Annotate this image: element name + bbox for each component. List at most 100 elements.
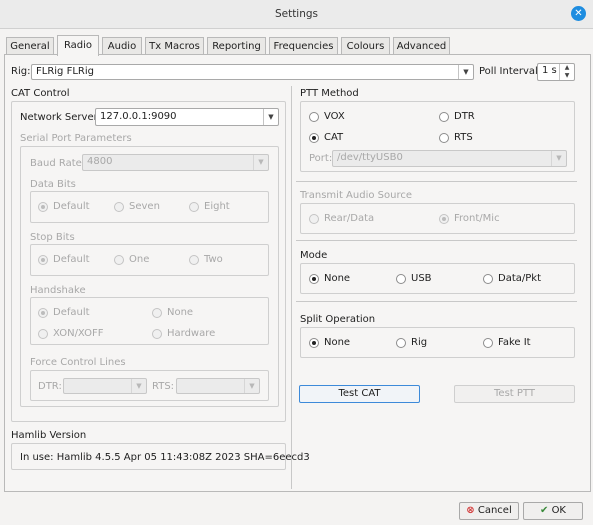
split-operation-title: Split Operation bbox=[300, 314, 376, 325]
split-none-label: None bbox=[324, 337, 351, 348]
column-divider bbox=[291, 86, 292, 489]
tab-general[interactable]: General bbox=[6, 37, 54, 55]
handshake-xon-xoff-radio[interactable] bbox=[38, 329, 48, 339]
chevron-down-icon: ▼ bbox=[253, 155, 268, 170]
handshake-default-radio[interactable] bbox=[38, 308, 48, 318]
ptt-port-value: /dev/ttyUSB0 bbox=[337, 152, 403, 163]
serial-port-title: Serial Port Parameters bbox=[20, 133, 132, 144]
data-bits-seven-label: Seven bbox=[129, 201, 160, 212]
ptt-port-label: Port: bbox=[309, 153, 333, 164]
tab-tx-macros[interactable]: Tx Macros bbox=[145, 37, 204, 55]
dtr-select[interactable]: ▼ bbox=[63, 378, 147, 394]
chevron-down-icon: ▼ bbox=[458, 65, 473, 79]
network-server-label: Network Server: bbox=[20, 112, 101, 123]
cat-control-title: CAT Control bbox=[11, 88, 70, 99]
cancel-label: Cancel bbox=[477, 505, 512, 516]
handshake-hardware-radio[interactable] bbox=[152, 329, 162, 339]
ptt-rts-radio[interactable] bbox=[439, 133, 449, 143]
window-title: Settings bbox=[274, 8, 319, 20]
tab-audio[interactable]: Audio bbox=[102, 37, 142, 55]
rts-select[interactable]: ▼ bbox=[176, 378, 260, 394]
section-divider bbox=[296, 181, 577, 182]
chevron-down-icon[interactable]: ▼ bbox=[263, 109, 278, 125]
split-rig-radio[interactable] bbox=[396, 338, 406, 348]
section-divider bbox=[296, 240, 577, 241]
ptt-cat-label: CAT bbox=[324, 132, 344, 143]
force-control-title: Force Control Lines bbox=[30, 357, 126, 368]
audio-front-mic-radio[interactable] bbox=[439, 214, 449, 224]
mode-usb-label: USB bbox=[411, 273, 432, 284]
test-cat-button[interactable]: Test CAT bbox=[299, 385, 420, 403]
mode-none-label: None bbox=[324, 273, 351, 284]
handshake-default-label: Default bbox=[53, 307, 90, 318]
stop-bits-one-radio[interactable] bbox=[114, 255, 124, 265]
ptt-vox-label: VOX bbox=[324, 111, 345, 122]
split-rig-label: Rig bbox=[411, 337, 428, 348]
spin-arrows-icon[interactable]: ▲ ▼ bbox=[559, 64, 574, 80]
ptt-cat-radio[interactable] bbox=[309, 133, 319, 143]
rig-select[interactable]: FLRig FLRig ▼ bbox=[31, 64, 474, 80]
poll-interval-spinbox[interactable]: 1 s ▲ ▼ bbox=[537, 63, 575, 81]
baud-rate-label: Baud Rate: bbox=[30, 158, 86, 169]
chevron-down-icon: ▼ bbox=[244, 379, 259, 393]
dtr-label: DTR: bbox=[38, 381, 62, 392]
hamlib-version-title: Hamlib Version bbox=[11, 430, 87, 441]
data-bits-default-radio[interactable] bbox=[38, 202, 48, 212]
audio-front-mic-label: Front/Mic bbox=[454, 213, 500, 224]
audio-rear-data-radio[interactable] bbox=[309, 214, 319, 224]
ptt-dtr-radio[interactable] bbox=[439, 112, 449, 122]
tab-frequencies[interactable]: Frequencies bbox=[269, 37, 338, 55]
tab-reporting[interactable]: Reporting bbox=[207, 37, 266, 55]
stop-bits-two-label: Two bbox=[204, 254, 223, 265]
hamlib-version-text: In use: Hamlib 4.5.5 Apr 05 11:43:08Z 20… bbox=[20, 452, 310, 463]
audio-rear-data-label: Rear/Data bbox=[324, 213, 375, 224]
ptt-method-title: PTT Method bbox=[300, 88, 359, 99]
data-bits-default-label: Default bbox=[53, 201, 90, 212]
ok-label: OK bbox=[551, 505, 566, 516]
stop-bits-default-radio[interactable] bbox=[38, 255, 48, 265]
tab-advanced[interactable]: Advanced bbox=[393, 37, 450, 55]
handshake-none-label: None bbox=[167, 307, 194, 318]
handshake-none-radio[interactable] bbox=[152, 308, 162, 318]
stop-bits-two-radio[interactable] bbox=[189, 255, 199, 265]
checkmark-icon: ✔ bbox=[539, 505, 549, 516]
cancel-icon: ⊗ bbox=[466, 505, 475, 516]
mode-data-pkt-label: Data/Pkt bbox=[498, 273, 541, 284]
data-bits-eight-label: Eight bbox=[204, 201, 230, 212]
baud-rate-select[interactable]: 4800 ▼ bbox=[82, 154, 269, 171]
data-bits-eight-radio[interactable] bbox=[189, 202, 199, 212]
ok-button[interactable]: ✔ OK bbox=[523, 502, 583, 520]
test-ptt-button[interactable]: Test PTT bbox=[454, 385, 575, 403]
ptt-port-select[interactable]: /dev/ttyUSB0 ▼ bbox=[332, 150, 567, 167]
tab-radio[interactable]: Radio bbox=[57, 35, 99, 56]
rig-value: FLRig FLRig bbox=[36, 66, 94, 77]
tab-colours[interactable]: Colours bbox=[341, 37, 390, 55]
stop-bits-one-label: One bbox=[129, 254, 150, 265]
split-fake-it-label: Fake It bbox=[498, 337, 531, 348]
chevron-down-icon: ▼ bbox=[551, 151, 566, 166]
section-divider bbox=[296, 301, 577, 302]
mode-none-radio[interactable] bbox=[309, 274, 319, 284]
data-bits-seven-radio[interactable] bbox=[114, 202, 124, 212]
handshake-hardware-label: Hardware bbox=[167, 328, 216, 339]
rig-label: Rig: bbox=[11, 66, 31, 77]
split-none-radio[interactable] bbox=[309, 338, 319, 348]
poll-interval-value: 1 s bbox=[542, 65, 557, 76]
network-server-value: 127.0.0.1:9090 bbox=[100, 111, 177, 122]
ptt-dtr-label: DTR bbox=[454, 111, 475, 122]
ptt-vox-radio[interactable] bbox=[309, 112, 319, 122]
mode-data-pkt-radio[interactable] bbox=[483, 274, 493, 284]
handshake-title: Handshake bbox=[30, 285, 86, 296]
poll-interval-label: Poll Interval: bbox=[479, 66, 542, 77]
stop-bits-title: Stop Bits bbox=[30, 232, 75, 243]
split-fake-it-radio[interactable] bbox=[483, 338, 493, 348]
mode-title: Mode bbox=[300, 250, 328, 261]
network-server-input[interactable]: 127.0.0.1:9090 ▼ bbox=[95, 108, 279, 126]
audio-source-title: Transmit Audio Source bbox=[300, 190, 412, 201]
chevron-down-icon: ▼ bbox=[131, 379, 146, 393]
rts-label: RTS: bbox=[152, 381, 175, 392]
cancel-button[interactable]: ⊗ Cancel bbox=[459, 502, 519, 520]
close-icon[interactable]: ✕ bbox=[571, 6, 586, 21]
data-bits-title: Data Bits bbox=[30, 179, 76, 190]
mode-usb-radio[interactable] bbox=[396, 274, 406, 284]
